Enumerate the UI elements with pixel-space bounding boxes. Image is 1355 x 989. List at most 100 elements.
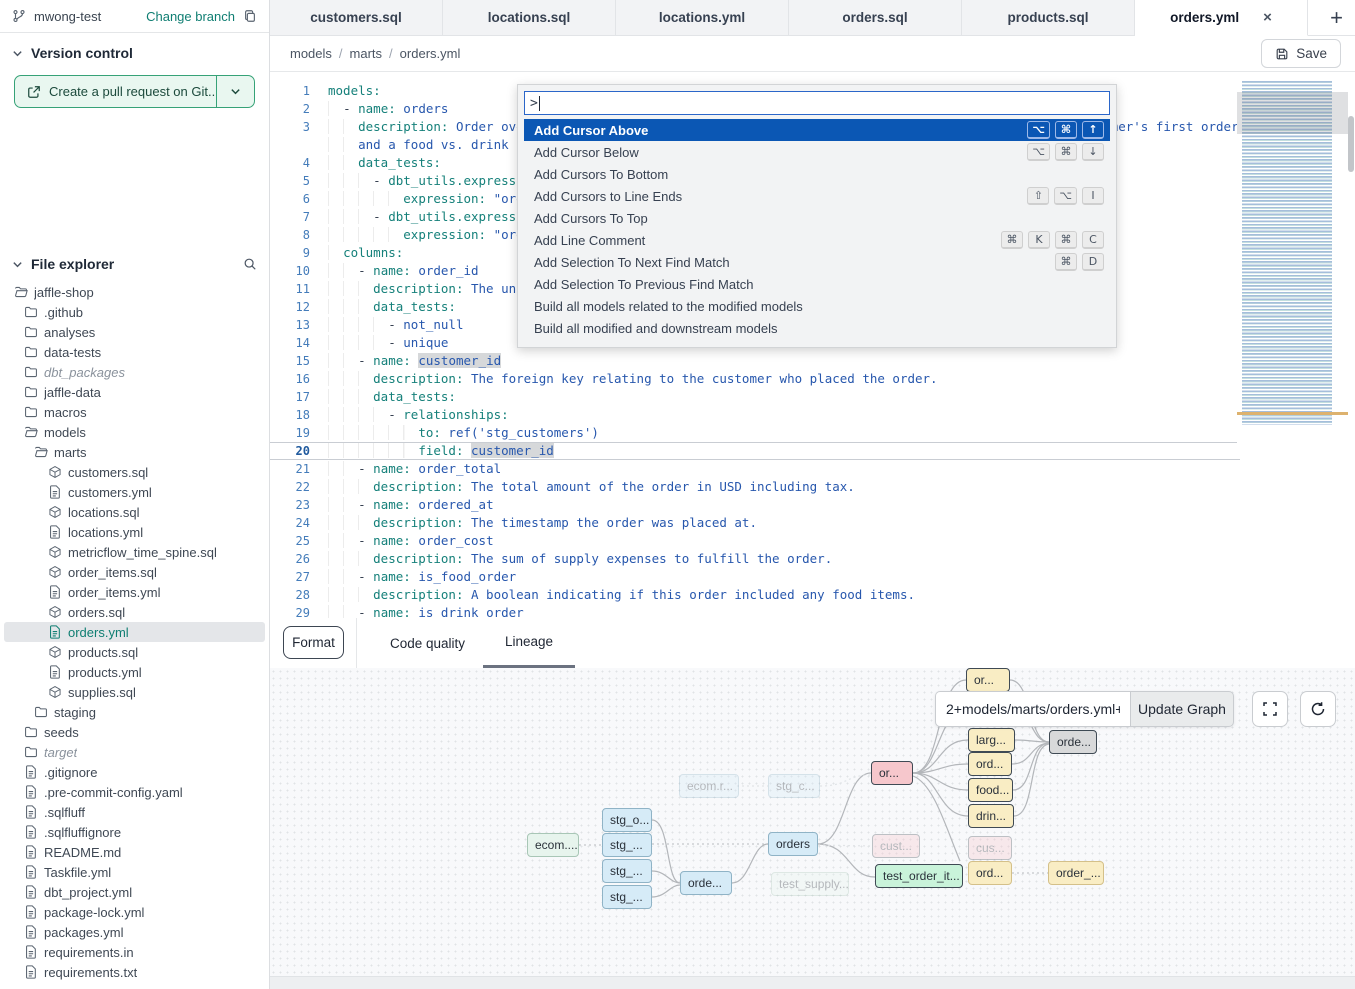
- code-line[interactable]: 21 - name: order_total: [270, 460, 1240, 478]
- palette-item[interactable]: Build all models related to the modified…: [524, 295, 1110, 317]
- palette-item[interactable]: Add Cursor Below⌥⌘↓: [524, 141, 1110, 163]
- tree-item-products-sql[interactable]: products.sql: [4, 642, 265, 662]
- code-line[interactable]: 19 to: ref('stg_customers'): [270, 424, 1240, 442]
- lineage-node-or-[interactable]: or...: [966, 668, 1010, 692]
- copy-icon[interactable]: [243, 9, 257, 23]
- lineage-node-cust-[interactable]: cust...: [872, 834, 920, 858]
- code-line[interactable]: 16 description: The foreign key relating…: [270, 370, 1240, 388]
- tree-item-customers-sql[interactable]: customers.sql: [4, 462, 265, 482]
- editor-scrollbar[interactable]: [1347, 72, 1355, 690]
- tree-item-packages-yml[interactable]: packages.yml: [4, 922, 265, 942]
- tree-item-order-items-sql[interactable]: order_items.sql: [4, 562, 265, 582]
- lineage-node-ord-[interactable]: ord...: [968, 861, 1012, 885]
- palette-item[interactable]: Build all modified and downstream models: [524, 317, 1110, 339]
- tree-item-locations-sql[interactable]: locations.sql: [4, 502, 265, 522]
- palette-item[interactable]: Add Selection To Next Find Match⌘D: [524, 251, 1110, 273]
- tree-item-dbt-packages[interactable]: dbt_packages: [4, 362, 265, 382]
- tree-item-taskfile-yml[interactable]: Taskfile.yml: [4, 862, 265, 882]
- tab-orders-yml[interactable]: orders.yml×: [1135, 0, 1308, 36]
- lineage-node-or-[interactable]: or...: [871, 761, 913, 785]
- code-line[interactable]: 22 description: The total amount of the …: [270, 478, 1240, 496]
- lineage-node-stg-[interactable]: stg_...: [602, 885, 652, 909]
- tree-item-requirements-txt[interactable]: requirements.txt: [4, 962, 265, 982]
- tab-lineage[interactable]: Lineage: [483, 618, 575, 668]
- palette-item[interactable]: Add Cursors to Line Ends⇧⌥I: [524, 185, 1110, 207]
- fullscreen-button[interactable]: [1252, 691, 1288, 727]
- new-tab-button[interactable]: +: [1330, 7, 1343, 29]
- change-branch-link[interactable]: Change branch: [146, 9, 235, 24]
- palette-item[interactable]: Add Cursors To Top: [524, 207, 1110, 229]
- lineage-node-orders[interactable]: orders: [768, 832, 818, 856]
- create-pr-button[interactable]: Create a pull request on Git...: [15, 76, 216, 107]
- code-line[interactable]: 27 - name: is_food_order: [270, 568, 1240, 586]
- pr-dropdown-button[interactable]: [216, 76, 254, 107]
- tab-locations-sql[interactable]: locations.sql: [443, 0, 616, 36]
- tree-item-metricflow-time-spine-sql[interactable]: metricflow_time_spine.sql: [4, 542, 265, 562]
- command-palette-input[interactable]: >: [524, 91, 1110, 115]
- lineage-node-test-order-it-[interactable]: test_order_it...: [875, 864, 963, 888]
- chevron-down-icon[interactable]: [12, 48, 23, 59]
- search-icon[interactable]: [243, 257, 257, 271]
- tree-item-models[interactable]: models: [4, 422, 265, 442]
- palette-item[interactable]: Add Selection To Previous Find Match: [524, 273, 1110, 295]
- lineage-node-larg-[interactable]: larg...: [968, 728, 1015, 752]
- tab-locations-yml[interactable]: locations.yml: [616, 0, 789, 36]
- tree-item-order-items-yml[interactable]: order_items.yml: [4, 582, 265, 602]
- tree-item-requirements-in[interactable]: requirements.in: [4, 942, 265, 962]
- tab-customers-sql[interactable]: customers.sql: [270, 0, 443, 36]
- tree-item--sqlfluff[interactable]: .sqlfluff: [4, 802, 265, 822]
- tree-item-orders-sql[interactable]: orders.sql: [4, 602, 265, 622]
- tree-item-marts[interactable]: marts: [4, 442, 265, 462]
- tree-item--gitignore[interactable]: .gitignore: [4, 762, 265, 782]
- palette-item[interactable]: Add Line Comment⌘K⌘C: [524, 229, 1110, 251]
- tree-item--github[interactable]: .github: [4, 302, 265, 322]
- lineage-node-orde-[interactable]: orde...: [1049, 730, 1097, 754]
- palette-item[interactable]: Add Cursor Above⌥⌘↑: [524, 119, 1110, 141]
- tree-item-staging[interactable]: staging: [4, 702, 265, 722]
- tree-item-seeds[interactable]: seeds: [4, 722, 265, 742]
- tree-item-customers-yml[interactable]: customers.yml: [4, 482, 265, 502]
- tab-products-sql[interactable]: products.sql: [962, 0, 1135, 36]
- tree-item-products-yml[interactable]: products.yml: [4, 662, 265, 682]
- code-line[interactable]: 15 - name: customer_id: [270, 352, 1240, 370]
- lineage-scroll-track[interactable]: [270, 976, 1355, 989]
- scrollbar-thumb[interactable]: [1348, 116, 1354, 172]
- tab-code-quality[interactable]: Code quality: [388, 618, 467, 668]
- palette-item[interactable]: Add Cursors To Bottom: [524, 163, 1110, 185]
- lineage-node-ecom-r-[interactable]: ecom.r...: [679, 774, 739, 798]
- code-line[interactable]: 17 data_tests:: [270, 388, 1240, 406]
- format-button[interactable]: Format: [283, 626, 344, 659]
- tree-item-macros[interactable]: macros: [4, 402, 265, 422]
- tree-item-locations-yml[interactable]: locations.yml: [4, 522, 265, 542]
- lineage-selector-input[interactable]: [935, 691, 1130, 727]
- lineage-node-ecom-[interactable]: ecom....: [527, 833, 579, 857]
- code-editor[interactable]: 1models:2 - name: orders3 description: O…: [270, 72, 1355, 690]
- tree-item-orders-yml[interactable]: orders.yml: [4, 622, 265, 642]
- tab-orders-sql[interactable]: orders.sql: [789, 0, 962, 36]
- code-line[interactable]: 26 description: The sum of supply expens…: [270, 550, 1240, 568]
- lineage-node-ord-[interactable]: ord...: [968, 752, 1012, 776]
- refresh-graph-button[interactable]: [1300, 691, 1336, 727]
- lineage-node-cus-[interactable]: cus...: [968, 836, 1012, 860]
- tree-item-jaffle-shop[interactable]: jaffle-shop: [4, 282, 265, 302]
- tree-item-readme-md[interactable]: README.md: [4, 842, 265, 862]
- code-line[interactable]: 28 description: A boolean indicating if …: [270, 586, 1240, 604]
- tree-item-dbt-project-yml[interactable]: dbt_project.yml: [4, 882, 265, 902]
- minimap-viewport[interactable]: [1237, 92, 1348, 134]
- code-line[interactable]: 18 - relationships:: [270, 406, 1240, 424]
- tree-item-package-lock-yml[interactable]: package-lock.yml: [4, 902, 265, 922]
- lineage-node-food-[interactable]: food...: [968, 778, 1013, 802]
- lineage-node-order-[interactable]: order_...: [1048, 861, 1104, 885]
- tree-item-supplies-sql[interactable]: supplies.sql: [4, 682, 265, 702]
- lineage-node-stg-c-[interactable]: stg_c...: [768, 774, 820, 798]
- lineage-node-stg-[interactable]: stg_...: [602, 833, 652, 857]
- update-graph-button[interactable]: Update Graph: [1130, 691, 1234, 727]
- code-line[interactable]: 25 - name: order_cost: [270, 532, 1240, 550]
- tree-item-jaffle-data[interactable]: jaffle-data: [4, 382, 265, 402]
- chevron-down-icon[interactable]: [12, 259, 23, 270]
- lineage-node-drin-[interactable]: drin...: [968, 804, 1014, 828]
- tree-item-analyses[interactable]: analyses: [4, 322, 265, 342]
- code-line[interactable]: 20 field: customer_id: [270, 442, 1240, 460]
- lineage-node-stg-[interactable]: stg_...: [602, 859, 652, 883]
- lineage-node-orde-[interactable]: orde...: [680, 871, 732, 895]
